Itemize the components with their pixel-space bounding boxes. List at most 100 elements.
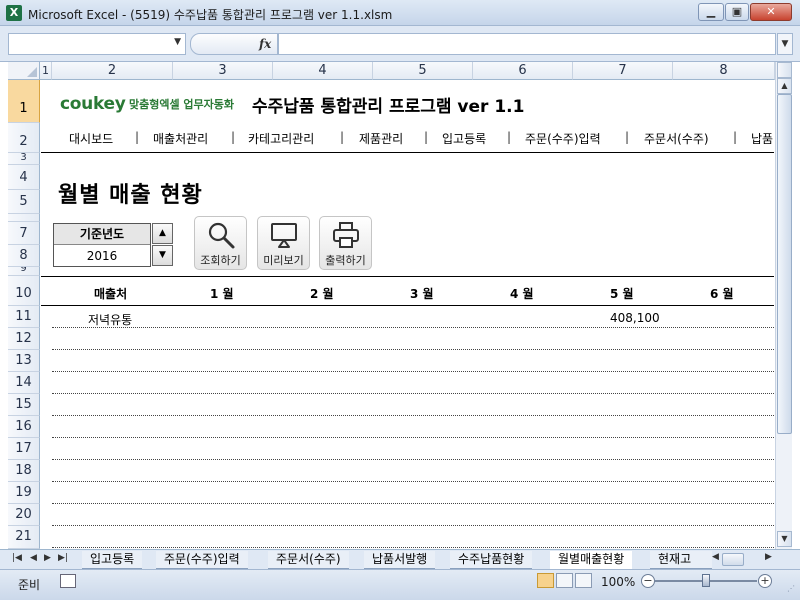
nav-item-delivery[interactable]: 납품	[751, 130, 773, 147]
row-header[interactable]: 11	[8, 306, 40, 328]
row-header[interactable]: 20	[8, 504, 40, 526]
minimize-button[interactable]: ▁	[698, 3, 724, 21]
row-header-hidden[interactable]	[8, 214, 40, 222]
year-value-cell[interactable]: 2016	[54, 246, 150, 267]
zoom-out-icon[interactable]: −	[641, 574, 655, 588]
resize-grip-icon[interactable]: ⋰	[787, 584, 795, 593]
nav-item-dashboard[interactable]: 대시보드	[69, 130, 113, 147]
row-header[interactable]: 10	[8, 276, 40, 306]
macro-record-icon[interactable]	[60, 574, 76, 588]
column-header[interactable]: 1	[40, 62, 52, 80]
row-header[interactable]: 16	[8, 416, 40, 438]
row-header[interactable]: 4	[8, 165, 40, 190]
nav-separator: |	[135, 130, 140, 144]
preview-button-label: 미리보기	[263, 254, 304, 267]
sheet-tab[interactable]: 수주납품현황	[450, 551, 533, 569]
row-header[interactable]: 12	[8, 328, 40, 350]
row-divider	[52, 547, 774, 548]
zoom-slider-thumb[interactable]	[702, 574, 710, 587]
row-header[interactable]: 2	[8, 123, 40, 153]
sheet-tab[interactable]: 납품서발행	[364, 551, 436, 569]
nav-item-products[interactable]: 제품관리	[359, 130, 403, 147]
window-title: Microsoft Excel - (5519) 수주납품 통합관리 프로그램 …	[28, 8, 393, 22]
print-button[interactable]: 출력하기	[319, 216, 372, 270]
search-button[interactable]: 조회하기	[194, 216, 247, 270]
column-header[interactable]: 2	[52, 62, 173, 80]
expand-formula-bar-icon[interactable]: ▼	[777, 33, 793, 55]
row-header[interactable]: 1	[8, 80, 40, 123]
table-cell-value[interactable]: 408,100	[610, 311, 660, 325]
first-sheet-arrow-icon[interactable]: |◀	[12, 553, 22, 563]
scroll-down-arrow-icon[interactable]: ▼	[777, 531, 792, 547]
nav-menu: 대시보드 | 매출처관리 | 카테고리관리 | 제품관리 | 입고등록 | 주문…	[41, 123, 774, 153]
row-divider	[52, 437, 774, 438]
row-header[interactable]: 15	[8, 394, 40, 416]
column-title-month: 4 월	[510, 287, 534, 301]
year-up-button[interactable]: ▲	[152, 223, 173, 244]
sheet-tab[interactable]: 현재고	[650, 551, 712, 569]
next-sheet-arrow-icon[interactable]: ▶	[44, 553, 51, 563]
page-layout-view-icon[interactable]	[556, 573, 573, 588]
sheet-tab-active[interactable]: 월별매출현황	[550, 551, 633, 569]
row-header[interactable]: 21	[8, 526, 40, 549]
vertical-scrollbar[interactable]: ▲ ▼	[775, 62, 792, 549]
scroll-up-arrow-icon[interactable]: ▲	[777, 78, 792, 94]
column-header[interactable]: 6	[473, 62, 573, 80]
column-title-month: 3 월	[410, 287, 434, 301]
insert-function-icon[interactable]: fx	[259, 37, 271, 51]
year-down-button[interactable]: ▼	[152, 245, 173, 266]
column-header[interactable]: 4	[273, 62, 373, 80]
excel-window: { "window": {"app_icon": "X", "title": "…	[0, 0, 800, 600]
column-header[interactable]: 7	[573, 62, 673, 80]
name-box[interactable]: ▼	[8, 33, 186, 55]
row-divider	[52, 459, 774, 460]
year-selector: 기준년도 2016	[53, 223, 151, 267]
split-handle[interactable]	[777, 62, 792, 78]
preview-button[interactable]: 미리보기	[257, 216, 310, 270]
row-header[interactable]: 8	[8, 245, 40, 267]
brand-tagline: 맞춤형엑셀 업무자동화	[129, 98, 235, 111]
column-header[interactable]: 3	[173, 62, 273, 80]
restore-button[interactable]: ▣	[725, 3, 749, 21]
last-sheet-arrow-icon[interactable]: ▶|	[58, 553, 68, 563]
normal-view-icon[interactable]	[537, 573, 554, 588]
nav-item-receiving[interactable]: 입고등록	[442, 130, 486, 147]
column-header[interactable]: 8	[673, 62, 775, 80]
row-header[interactable]: 17	[8, 438, 40, 460]
row-divider	[52, 349, 774, 350]
scroll-right-arrow-icon[interactable]: ▶	[765, 552, 772, 562]
table-cell-customer[interactable]: 저녁유통	[88, 311, 132, 328]
excel-app-icon[interactable]: X	[6, 5, 22, 21]
column-header[interactable]: 5	[373, 62, 473, 80]
column-title-month: 6 월	[710, 287, 734, 301]
row-header[interactable]: 5	[8, 190, 40, 214]
sheet-tab[interactable]: 주문(수주)입력	[156, 551, 248, 569]
sheet-tab[interactable]: 주문서(수주)	[268, 551, 349, 569]
row-header[interactable]: 19	[8, 482, 40, 504]
row-header[interactable]: 7	[8, 222, 40, 245]
scroll-left-arrow-icon[interactable]: ◀	[712, 552, 719, 562]
formula-input[interactable]	[278, 33, 776, 55]
row-header[interactable]: 3	[8, 153, 40, 165]
row-header[interactable]: 14	[8, 372, 40, 394]
nav-item-order-form[interactable]: 주문서(수주)	[644, 130, 709, 147]
monitor-icon	[271, 223, 297, 248]
page-break-view-icon[interactable]	[575, 573, 592, 588]
sheet-tab-bar: |◀ ◀ ▶ ▶| 입고등록 주문(수주)입력 주문서(수주) 납품서발행 수주…	[0, 549, 800, 569]
zoom-level[interactable]: 100%	[601, 575, 635, 589]
close-button[interactable]: ✕	[750, 3, 792, 21]
zoom-in-icon[interactable]: +	[758, 574, 772, 588]
row-header[interactable]: 13	[8, 350, 40, 372]
horizontal-scroll-thumb[interactable]	[722, 553, 744, 566]
scroll-thumb[interactable]	[777, 94, 792, 434]
select-all-corner[interactable]	[8, 62, 40, 80]
sheet-margin	[0, 62, 8, 549]
row-header[interactable]: 18	[8, 460, 40, 482]
nav-item-customers[interactable]: 매출처관리	[153, 130, 208, 147]
prev-sheet-arrow-icon[interactable]: ◀	[30, 553, 37, 563]
sheet-tab[interactable]: 입고등록	[82, 551, 143, 569]
nav-item-categories[interactable]: 카테고리관리	[248, 130, 314, 147]
nav-item-order-entry[interactable]: 주문(수주)입력	[525, 130, 601, 147]
chevron-down-icon[interactable]: ▼	[174, 37, 181, 47]
row-header[interactable]: 9	[8, 267, 40, 276]
